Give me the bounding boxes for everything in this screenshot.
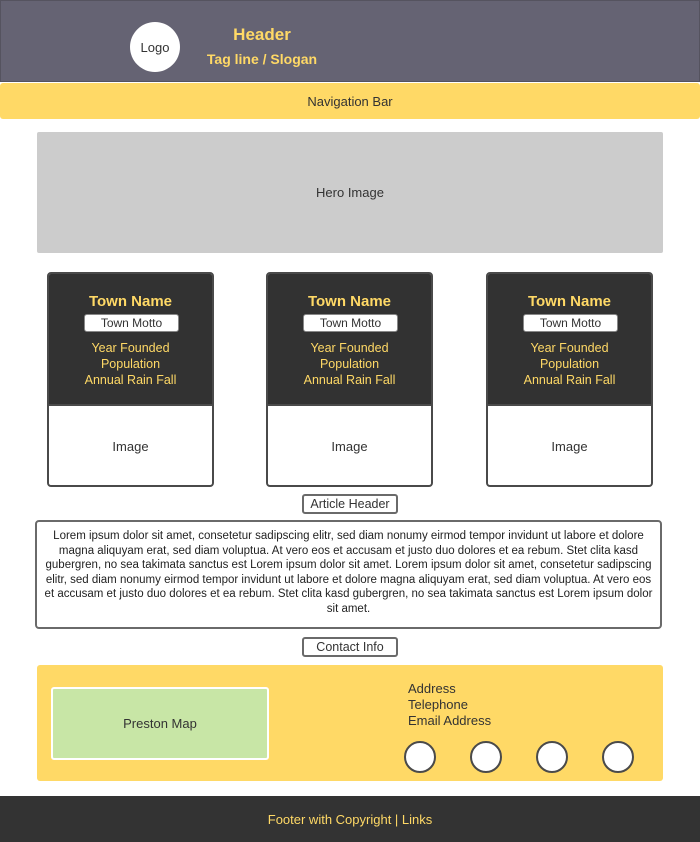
town-motto: Town Motto — [84, 314, 179, 332]
town-image: Image — [488, 406, 651, 485]
town-rainfall: Annual Rain Fall — [523, 373, 616, 387]
footer-text[interactable]: Footer with Copyright | Links — [268, 812, 433, 827]
town-population: Population — [319, 357, 380, 371]
town-year-founded: Year Founded — [530, 341, 609, 355]
logo[interactable]: Logo — [130, 22, 180, 72]
contact-info-header: Contact Info — [302, 637, 398, 657]
town-rainfall: Annual Rain Fall — [84, 373, 177, 387]
town-population: Population — [100, 357, 161, 371]
town-image-label: Image — [112, 439, 149, 454]
town-name: Town Name — [88, 293, 173, 310]
contact-details: Address Telephone Email Address — [408, 681, 491, 729]
town-rainfall: Annual Rain Fall — [303, 373, 396, 387]
contact-email: Email Address — [408, 713, 492, 728]
site-footer: Footer with Copyright | Links — [0, 796, 700, 842]
contact-address: Address — [408, 681, 456, 696]
social-circle-icon[interactable] — [536, 741, 568, 773]
article-header: Article Header — [302, 494, 398, 514]
hero-image-label: Hero Image — [316, 185, 384, 200]
town-image: Image — [268, 406, 431, 485]
navigation-bar[interactable]: Navigation Bar — [0, 83, 700, 119]
town-year-founded: Year Founded — [91, 341, 170, 355]
town-motto: Town Motto — [303, 314, 398, 332]
social-circle-icon[interactable] — [404, 741, 436, 773]
contact-section: Preston Map Address Telephone Email Addr… — [37, 665, 663, 781]
town-facts: Year Founded Population Annual Rain Fall — [268, 340, 431, 388]
town-image-label: Image — [551, 439, 588, 454]
town-card[interactable]: Town Name Town Motto Year Founded Popula… — [47, 272, 214, 487]
town-card[interactable]: Town Name Town Motto Year Founded Popula… — [486, 272, 653, 487]
site-header: Logo Header Tag line / Slogan — [0, 0, 700, 82]
town-card-info: Town Name Town Motto Year Founded Popula… — [268, 274, 431, 406]
town-population: Population — [539, 357, 600, 371]
social-circle-icon[interactable] — [470, 741, 502, 773]
town-image-label: Image — [331, 439, 368, 454]
town-card-info: Town Name Town Motto Year Founded Popula… — [49, 274, 212, 406]
social-circle-icon[interactable] — [602, 741, 634, 773]
map-label: Preston Map — [123, 716, 197, 731]
town-facts: Year Founded Population Annual Rain Fall — [49, 340, 212, 388]
site-title: Header — [233, 25, 291, 44]
town-year-founded: Year Founded — [310, 341, 389, 355]
town-image: Image — [49, 406, 212, 485]
town-name: Town Name — [527, 293, 612, 310]
town-name: Town Name — [307, 293, 392, 310]
town-card-info: Town Name Town Motto Year Founded Popula… — [488, 274, 651, 406]
article-body: Lorem ipsum dolor sit amet, consetetur s… — [35, 520, 662, 629]
hero-image: Hero Image — [37, 132, 663, 253]
navigation-label: Navigation Bar — [307, 93, 393, 109]
logo-label: Logo — [140, 39, 170, 55]
tagline: Tag line / Slogan — [206, 51, 318, 67]
town-facts: Year Founded Population Annual Rain Fall — [488, 340, 651, 388]
town-card[interactable]: Town Name Town Motto Year Founded Popula… — [266, 272, 433, 487]
map[interactable]: Preston Map — [51, 687, 269, 760]
town-motto: Town Motto — [523, 314, 618, 332]
contact-telephone: Telephone — [408, 697, 468, 712]
